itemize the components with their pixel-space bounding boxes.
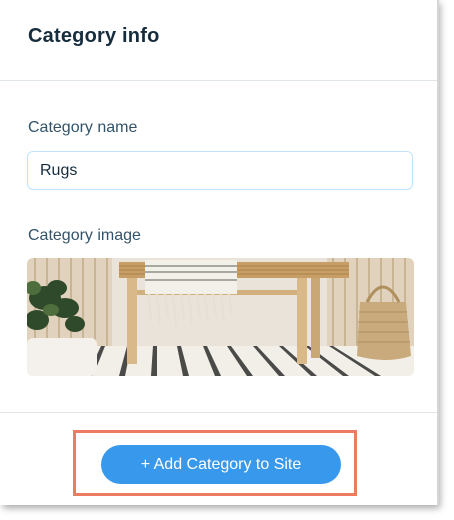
- panel-header: Category info: [0, 0, 437, 81]
- category-name-input[interactable]: [27, 151, 413, 190]
- category-name-label: Category name: [28, 119, 138, 136]
- category-image[interactable]: [27, 258, 414, 376]
- panel-border: [437, 0, 439, 505]
- category-image-label: Category image: [28, 227, 141, 244]
- panel-title: Category info: [28, 25, 160, 47]
- category-image-photo: [27, 258, 414, 376]
- add-category-to-site-button[interactable]: + Add Category to Site: [101, 445, 341, 484]
